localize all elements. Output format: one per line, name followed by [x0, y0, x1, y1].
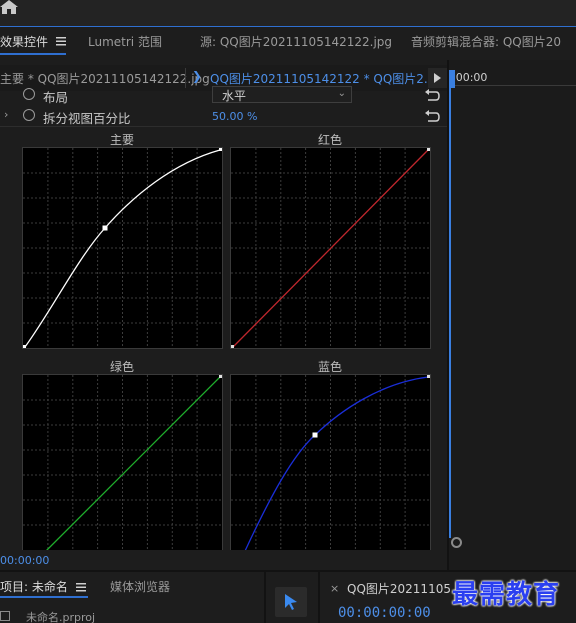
panel-divider[interactable] [264, 572, 266, 623]
row-divider [0, 126, 447, 127]
rgb-curve-green[interactable] [22, 374, 223, 552]
watermark-logo: 最需教育 [452, 580, 561, 610]
layout-dropdown[interactable]: 水平 ⌄ [212, 86, 352, 103]
curve-control-point[interactable] [312, 432, 318, 438]
curve-title-blue: 蓝色 [317, 360, 342, 374]
curve-title-green: 绿色 [109, 360, 134, 374]
selection-arrow-icon [285, 594, 297, 610]
reset-circle-icon[interactable] [23, 109, 35, 121]
timeline-timecode: :00:00 [452, 71, 488, 84]
layout-row: 布局 水平 ⌄ [0, 85, 447, 107]
panel-menu-icon[interactable] [76, 582, 86, 592]
project-file-name[interactable]: 未命名.prproj [26, 609, 95, 623]
selection-tool-button[interactable] [275, 587, 307, 617]
timeline-scrollbar[interactable] [449, 538, 576, 548]
tab-audio-clip-mixer[interactable]: 音频剪辑混合器: QQ图片20 [411, 33, 561, 50]
reset-parameter-icon[interactable] [424, 109, 440, 123]
rgb-curve-red[interactable] [230, 147, 431, 349]
zoom-scroll-handle[interactable] [451, 537, 462, 548]
curve-endpoint[interactable] [427, 148, 430, 151]
program-monitor-title[interactable]: QQ图片20211105142122 [347, 580, 451, 597]
reset-circle-icon[interactable] [23, 88, 35, 100]
split-view-label: 拆分视图百分比 [43, 111, 131, 126]
program-timecode[interactable]: 00:00:00:00 [338, 605, 431, 621]
chevron-down-icon: ⌄ [337, 88, 346, 99]
project-file-icon [0, 611, 10, 621]
curve-title-red: 红色 [317, 133, 342, 147]
curve-endpoint[interactable] [23, 345, 26, 348]
panel-divider[interactable] [318, 572, 320, 623]
curve-control-point[interactable] [102, 225, 108, 231]
rgb-curve-master[interactable] [22, 147, 223, 349]
tab-media-browser[interactable]: 媒体浏览器 [110, 578, 170, 595]
tab-lumetri-scopes[interactable]: Lumetri 范围 [88, 33, 162, 50]
curve-endpoint[interactable] [231, 345, 234, 348]
active-tab-underline [0, 596, 88, 598]
panel-menu-icon[interactable] [56, 36, 66, 46]
split-view-percent-value[interactable]: 50.00 % [212, 110, 257, 123]
effect-controls-footer: 00:00:00 [0, 550, 447, 570]
effect-controls-timecode[interactable]: 00:00:00 [0, 554, 49, 567]
curve-endpoint[interactable] [219, 148, 222, 151]
mini-timeline: :00:00 [449, 60, 576, 572]
panel-tab-row: 效果控件 Lumetri 范围 源: QQ图片20211105142122.jp… [0, 27, 576, 59]
home-icon[interactable] [0, 0, 18, 14]
layout-dropdown-value: 水平 [222, 89, 247, 103]
chevron-right-icon[interactable]: ❯ [192, 69, 202, 83]
active-tab-underline [0, 53, 66, 55]
playhead-line[interactable] [449, 86, 451, 538]
tab-project[interactable]: 项目: 未命名 [0, 578, 68, 595]
close-icon[interactable]: × [330, 582, 339, 595]
rgb-curve-blue[interactable] [230, 374, 431, 552]
expand-arrow-icon[interactable]: › [4, 108, 8, 121]
reset-parameter-icon[interactable] [424, 88, 440, 102]
curve-endpoint[interactable] [219, 375, 222, 378]
split-view-row: › 拆分视图百分比 50.00 % [0, 106, 447, 128]
tab-source-monitor[interactable]: 源: QQ图片20211105142122.jpg [200, 33, 392, 50]
layout-label: 布局 [43, 90, 69, 105]
tab-effect-controls[interactable]: 效果控件 [0, 33, 48, 50]
curve-endpoint[interactable] [427, 375, 430, 378]
app-top-bar [0, 0, 576, 26]
timeline-ruler[interactable] [449, 85, 576, 86]
curve-title-master: 主要 [109, 133, 134, 147]
